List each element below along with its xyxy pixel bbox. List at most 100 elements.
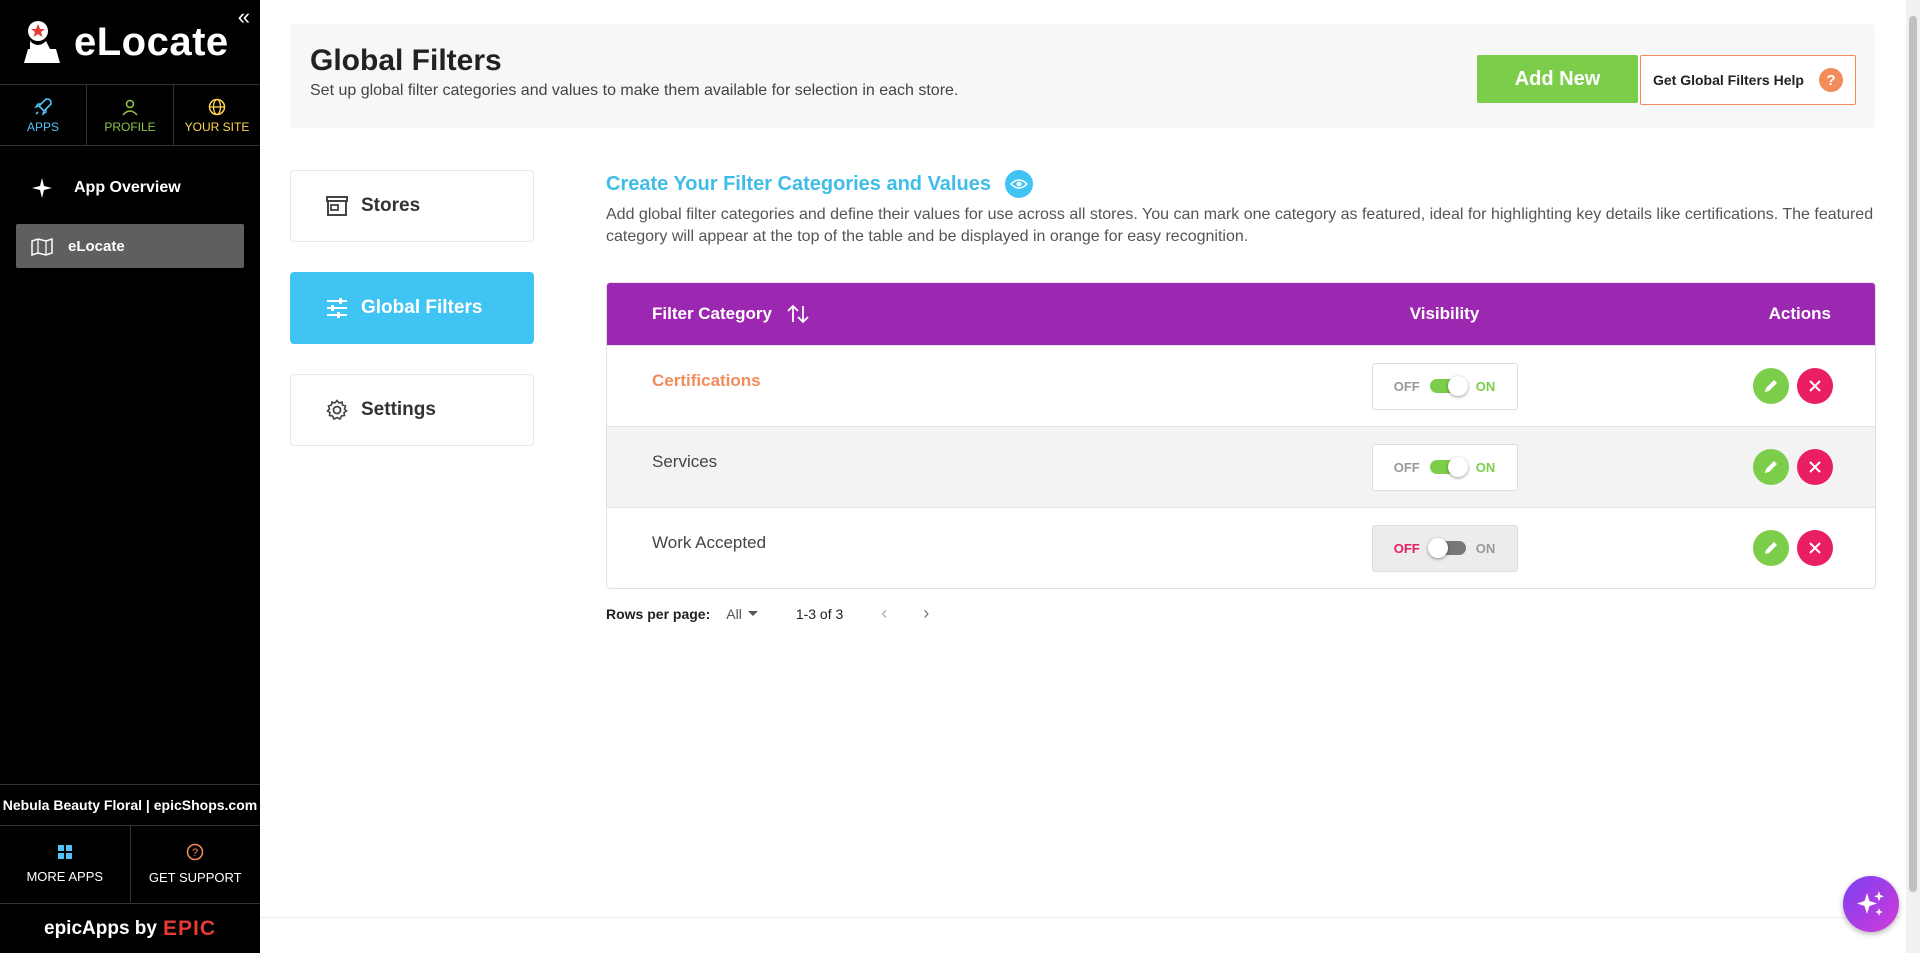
rows-per-page-label: Rows per page: — [606, 605, 711, 622]
toggle-switch[interactable] — [1429, 457, 1468, 477]
more-apps-button[interactable]: MORE APPS — [0, 826, 131, 902]
edit-button[interactable] — [1753, 368, 1789, 404]
nav-your-site[interactable]: YOUR SITE — [174, 85, 260, 145]
tab-global-filters[interactable]: Global Filters — [290, 272, 534, 344]
sidebar-item-label: App Overview — [74, 179, 181, 196]
tab-label: Settings — [361, 399, 436, 420]
page-title: Global Filters — [310, 44, 502, 77]
grid-icon — [57, 844, 73, 863]
toggle-off-label: OFF — [1393, 378, 1420, 394]
pencil-icon — [1765, 461, 1777, 473]
page-range: 1-3 of 3 — [795, 605, 844, 622]
tabs: Stores Global Filters Settings — [290, 170, 534, 476]
section-title: Create Your Filter Categories and Values — [606, 170, 1876, 198]
sidebar-item-label: eLocate — [68, 237, 125, 255]
toggle-on-label: ON — [1475, 459, 1496, 475]
column-label: Filter Category — [652, 304, 772, 323]
next-page-icon[interactable]: › — [923, 603, 929, 624]
nav-apps[interactable]: APPS — [0, 85, 87, 145]
table-row: Certifications OFF ON — [607, 345, 1875, 426]
globe-icon — [207, 96, 227, 118]
toggle-on-label: ON — [1475, 378, 1496, 394]
prev-page-icon[interactable]: ‹ — [881, 603, 887, 624]
nav-profile-label: PROFILE — [104, 120, 156, 134]
table-row: Work Accepted OFF ON — [607, 507, 1875, 588]
close-icon — [1809, 542, 1821, 554]
filter-category-name[interactable]: Work Accepted — [607, 533, 1207, 553]
toggle-off-label: OFF — [1393, 459, 1420, 475]
sidebar-item-app-overview[interactable]: App Overview — [16, 166, 244, 210]
page-subtitle: Set up global filter categories and valu… — [310, 82, 959, 99]
map-icon — [30, 236, 54, 256]
delete-button[interactable] — [1797, 530, 1833, 566]
nav-profile[interactable]: PROFILE — [87, 85, 174, 145]
filters-intro: Create Your Filter Categories and Values… — [606, 170, 1876, 248]
filters-table: Filter Category Visibility Actions Certi… — [606, 282, 1876, 589]
delete-button[interactable] — [1797, 368, 1833, 404]
sort-icon[interactable] — [786, 304, 810, 324]
footer-divider — [260, 917, 1900, 918]
filter-category-name[interactable]: Certifications — [607, 371, 1207, 391]
app-logo[interactable]: eLocate — [22, 16, 229, 68]
app-title: eLocate — [74, 19, 229, 64]
collapse-sidebar-icon[interactable]: « — [238, 4, 250, 30]
brand-footer: epicApps by EPIC — [0, 903, 260, 953]
rows-per-page-select[interactable]: All — [726, 606, 758, 622]
store-icon — [325, 195, 349, 217]
bottom-nav: MORE APPS ? GET SUPPORT — [0, 826, 260, 902]
column-visibility: Visibility — [1409, 304, 1480, 323]
sparkles-icon — [1857, 891, 1884, 916]
toggle-switch[interactable] — [1429, 376, 1468, 396]
rows-per-page-value: All — [726, 605, 742, 622]
svg-text:?: ? — [192, 847, 198, 859]
ai-assistant-button[interactable] — [1843, 876, 1899, 932]
visibility-toggle[interactable]: OFF ON — [1371, 443, 1518, 491]
column-filter-category[interactable]: Filter Category — [607, 304, 1207, 324]
delete-button[interactable] — [1797, 449, 1833, 485]
user-icon — [120, 96, 140, 118]
pencil-icon — [1765, 380, 1777, 392]
caret-down-icon — [747, 611, 758, 616]
scrollbar[interactable] — [1906, 0, 1920, 953]
location-pin-icon — [22, 19, 64, 65]
toggle-switch[interactable] — [1427, 538, 1466, 558]
add-new-button[interactable]: Add New — [1477, 55, 1638, 103]
main-content: Global Filters Set up global filter cate… — [260, 0, 1900, 953]
rocket-icon — [33, 96, 53, 118]
tab-settings[interactable]: Settings — [290, 374, 534, 446]
edit-button[interactable] — [1753, 449, 1789, 485]
help-button[interactable]: Get Global Filters Help ? — [1640, 55, 1856, 105]
get-support-button[interactable]: ? GET SUPPORT — [131, 826, 261, 902]
visibility-toggle[interactable]: OFF ON — [1371, 362, 1518, 410]
pagination: Rows per page: All 1-3 of 3 ‹ › — [606, 603, 929, 624]
edit-button[interactable] — [1753, 530, 1789, 566]
close-icon — [1809, 461, 1821, 473]
epic-logo: EPIC — [162, 916, 216, 940]
tab-label: Stores — [361, 195, 421, 216]
eye-icon[interactable] — [1004, 170, 1033, 198]
tab-label: Global Filters — [361, 297, 483, 318]
column-actions: Actions — [1768, 304, 1831, 323]
close-icon — [1809, 380, 1821, 392]
sidebar-item-elocate[interactable]: eLocate — [16, 224, 244, 268]
tab-stores[interactable]: Stores — [290, 170, 534, 242]
section-title-text: Create Your Filter Categories and Values — [606, 172, 991, 195]
toggle-on-label: ON — [1475, 540, 1496, 556]
table-header: Filter Category Visibility Actions — [607, 283, 1875, 345]
table-row: Services OFF ON — [607, 426, 1875, 507]
help-circle-icon: ? — [186, 843, 204, 864]
shop-name: Nebula Beauty Floral | epicShops.com — [0, 784, 260, 826]
sliders-icon — [325, 297, 349, 319]
help-button-label: Get Global Filters Help — [1653, 72, 1804, 88]
scrollbar-thumb[interactable] — [1909, 16, 1917, 892]
sparkle-icon — [30, 177, 54, 199]
nav-apps-label: APPS — [26, 120, 59, 134]
section-description: Add global filter categories and define … — [606, 206, 1874, 245]
brand-prefix: epicApps by — [44, 917, 157, 939]
filter-category-name[interactable]: Services — [607, 452, 1207, 472]
visibility-toggle[interactable]: OFF ON — [1371, 524, 1518, 572]
toggle-off-label: OFF — [1393, 540, 1420, 556]
gear-icon — [325, 399, 349, 421]
question-icon: ? — [1819, 68, 1843, 92]
page-header: Global Filters Set up global filter cate… — [290, 24, 1875, 128]
